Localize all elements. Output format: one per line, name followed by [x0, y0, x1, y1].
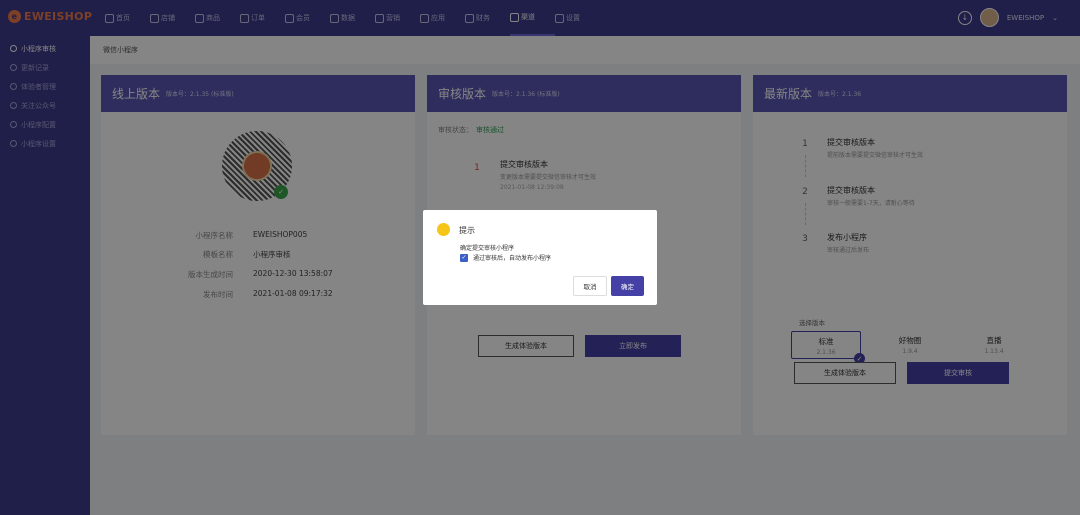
auto-publish-checkbox[interactable]: ✓ 通过审核后，自动发布小程序 [460, 253, 551, 262]
checkbox-checked-icon[interactable]: ✓ [460, 253, 468, 262]
confirm-button[interactable]: 确定 [611, 276, 644, 296]
dialog-title: 提示 [459, 226, 475, 235]
checkbox-label: 通过审核后，自动发布小程序 [473, 255, 552, 262]
confirm-dialog: 提示 确定提交审核小程序 ✓ 通过审核后，自动发布小程序 取消 确定 [423, 210, 657, 305]
cancel-button[interactable]: 取消 [573, 276, 607, 296]
warning-icon [437, 223, 450, 236]
dialog-message: 确定提交审核小程序 [460, 245, 515, 252]
